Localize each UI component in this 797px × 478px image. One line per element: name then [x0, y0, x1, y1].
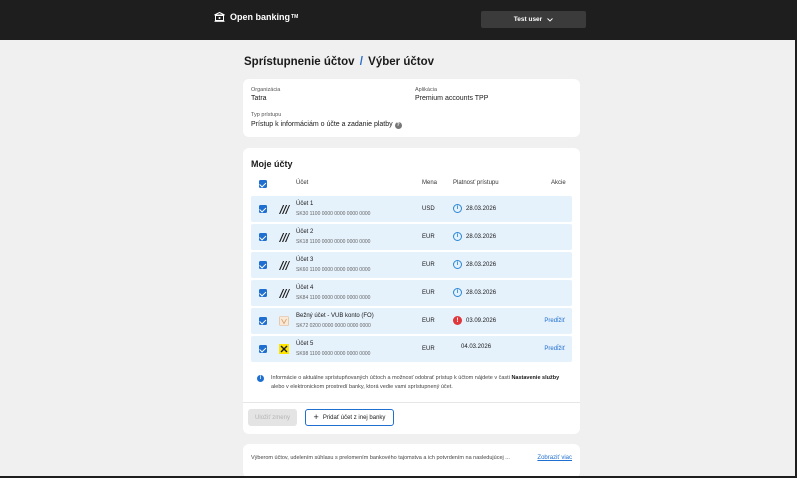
account-iban: SK30 1100 0000 0000 0000 0000: [296, 211, 371, 217]
account-validity: i 28.03.2026: [453, 288, 496, 297]
application-label: Aplikácia: [415, 87, 438, 93]
account-row[interactable]: Účet 5 SK98 1100 0000 0000 0000 0000 EUR…: [251, 336, 572, 362]
account-iban: SK60 1100 0000 0000 0000 0000: [296, 267, 371, 273]
account-name: Účet 3: [296, 257, 314, 263]
logo-text: Open banking: [230, 12, 291, 22]
account-row[interactable]: Účet 2 SK18 1100 0000 0000 0000 0000 EUR…: [251, 224, 572, 250]
account-row[interactable]: Účet 3 SK60 1100 0000 0000 0000 0000 EUR…: [251, 252, 572, 278]
access-type-label: Typ prístupu: [251, 112, 282, 118]
account-validity: i 28.03.2026: [453, 260, 496, 269]
user-menu-label: Test user: [513, 16, 543, 23]
breadcrumb-parent[interactable]: Sprístupnenie účtov: [244, 56, 355, 68]
account-iban: SK72 0200 0000 0000 0000 0000: [296, 323, 371, 329]
account-name: Bežný účet - VUB konto (FO): [296, 313, 374, 319]
access-type-value: Prístup k informáciám o účte a zadanie p…: [251, 121, 402, 129]
account-currency: EUR: [422, 318, 435, 324]
account-iban: SK98 1100 0000 0000 0000 0000: [296, 351, 371, 357]
tatra-bank-icon: [279, 205, 290, 214]
account-currency: EUR: [422, 290, 435, 296]
account-validity: ! 03.09.2026: [453, 316, 496, 325]
validity-date: 28.03.2026: [466, 261, 497, 268]
service-settings-link[interactable]: Nastavenie služby: [511, 375, 559, 381]
note-text-suffix: alebo v elektronickom prostredí banky, k…: [271, 384, 453, 391]
vub-bank-icon: [279, 316, 289, 326]
breadcrumb-current: Výber účtov: [368, 56, 434, 68]
validity-date: 03.09.2026: [466, 317, 497, 324]
validity-date: 28.03.2026: [466, 289, 497, 296]
info-icon: i: [257, 375, 264, 382]
account-currency: EUR: [422, 346, 435, 352]
account-iban: SK18 1100 0000 0000 0000 0000: [296, 239, 371, 245]
column-header-currency: Mena: [422, 180, 438, 186]
logo-trademark: TM: [291, 14, 299, 20]
add-account-label: Pridať účet z inej banky: [322, 414, 386, 421]
save-changes-button[interactable]: Uložiť zmeny: [248, 409, 297, 426]
access-type-text: Prístup k informáciám o účte a zadanie p…: [251, 121, 393, 128]
account-checkbox[interactable]: [259, 233, 267, 241]
top-bar: Open banking TM Test user: [0, 0, 795, 40]
account-iban: SK84 1100 0000 0000 0000 0000: [296, 295, 371, 301]
extend-access-link[interactable]: Predĺžiť: [544, 318, 565, 324]
plus-icon: +: [313, 412, 319, 422]
account-validity: 04.03.2026: [461, 344, 491, 350]
note-text-prefix: Informácie o aktuálne sprístupňovaných ú…: [271, 375, 512, 381]
tatra-bank-icon: [279, 233, 290, 242]
info-icon[interactable]: i: [453, 260, 462, 269]
tatra-bank-icon: [279, 261, 290, 270]
breadcrumb-separator: /: [359, 56, 363, 68]
accounts-title: Moje účty: [251, 159, 293, 169]
request-info-card: Organizácia Tatra Aplikácia Premium acco…: [243, 79, 580, 137]
organization-label: Organizácia: [251, 87, 281, 93]
bank-building-icon: [214, 12, 225, 22]
app-window: Open banking TM Test user Sprístupnenie ú…: [0, 0, 797, 478]
account-checkbox[interactable]: [259, 261, 267, 269]
account-name: Účet 4: [296, 285, 314, 291]
column-header-account: Účet: [296, 180, 309, 186]
show-more-link[interactable]: Zobraziť viac: [537, 455, 572, 461]
extend-access-link[interactable]: Predĺžiť: [544, 346, 565, 352]
tatra-bank-icon: [279, 289, 290, 298]
account-row[interactable]: Účet 4 SK84 1100 0000 0000 0000 0000 EUR…: [251, 280, 572, 306]
account-checkbox[interactable]: [259, 205, 267, 213]
validity-date: 04.03.2026: [461, 344, 492, 350]
validity-date: 28.03.2026: [466, 205, 497, 212]
account-checkbox[interactable]: [259, 345, 267, 353]
user-menu-button[interactable]: Test user: [481, 11, 586, 28]
select-all-checkbox[interactable]: [259, 180, 267, 188]
logo[interactable]: Open banking TM: [214, 12, 298, 22]
consent-card: Výberom účtov, udelením súhlasu s prelom…: [243, 444, 580, 476]
account-currency: EUR: [422, 262, 435, 268]
add-account-button[interactable]: + Pridať účet z inej banky: [305, 409, 394, 426]
info-icon[interactable]: i: [453, 232, 462, 241]
account-name: Účet 1: [296, 201, 314, 207]
divider: [243, 402, 580, 403]
validity-date: 28.03.2026: [466, 233, 497, 240]
help-icon[interactable]: ?: [394, 122, 402, 129]
raiffeisen-bank-icon: [279, 344, 289, 354]
info-icon[interactable]: i: [453, 204, 462, 213]
organization-value: Tatra: [251, 95, 267, 102]
chevron-down-icon: [547, 17, 554, 22]
account-row[interactable]: Účet 1 SK30 1100 0000 0000 0000 0000 USD…: [251, 196, 572, 222]
account-currency: USD: [422, 206, 435, 212]
warning-icon[interactable]: !: [453, 316, 462, 325]
account-name: Účet 5: [296, 341, 314, 347]
account-row[interactable]: Bežný účet - VUB konto (FO) SK72 0200 00…: [251, 308, 572, 334]
accounts-card: Moje účty Účet Mena Platnosť prístupu Ak…: [243, 148, 580, 434]
account-validity: i 28.03.2026: [453, 204, 496, 213]
page-title: Sprístupnenie účtov / Výber účtov: [244, 56, 434, 68]
account-currency: EUR: [422, 234, 435, 240]
info-icon[interactable]: i: [453, 288, 462, 297]
account-checkbox[interactable]: [259, 317, 267, 325]
column-header-actions: Akcie: [551, 180, 566, 186]
consent-text: Výberom účtov, udelením súhlasu s prelom…: [251, 455, 510, 461]
account-name: Účet 2: [296, 229, 314, 235]
account-checkbox[interactable]: [259, 289, 267, 297]
account-validity: i 28.03.2026: [453, 232, 496, 241]
column-header-validity: Platnosť prístupu: [453, 180, 499, 186]
accounts-info-note: i Informácie o aktuálne sprístupňovaných…: [257, 374, 569, 393]
application-value: Premium accounts TPP: [415, 95, 489, 102]
